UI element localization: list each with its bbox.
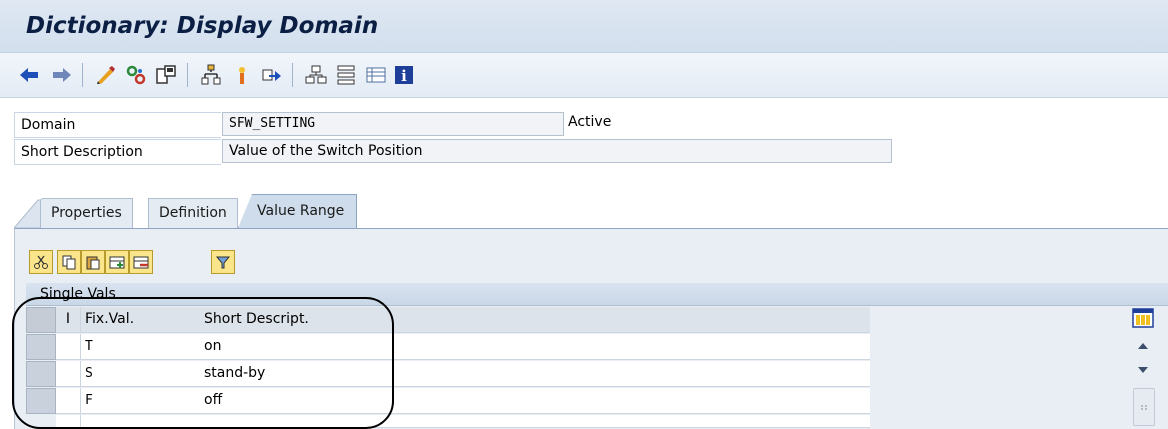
cell-i[interactable] <box>56 361 81 387</box>
application-toolbar: i <box>0 53 1168 98</box>
toolbar-separator <box>82 63 83 87</box>
activate-icon[interactable] <box>154 63 178 87</box>
tab-properties[interactable]: Properties <box>40 198 133 228</box>
toolbar-separator <box>187 63 188 87</box>
cell-shortdesc[interactable]: off <box>200 388 870 414</box>
row-selector[interactable] <box>26 334 56 360</box>
forward-icon[interactable] <box>50 63 74 87</box>
title-bar: Dictionary: Display Domain <box>0 0 1168 53</box>
scrollbar-thumb[interactable] <box>1133 388 1155 426</box>
copy-icon[interactable] <box>57 250 81 274</box>
filter-icon[interactable] <box>211 250 235 274</box>
short-description-label: Short Description <box>14 139 221 165</box>
cell-fixval[interactable]: S <box>81 361 204 387</box>
toolbar-separator <box>292 63 293 87</box>
section-title: Single Vals <box>40 286 116 302</box>
tab-value-range[interactable]: Value Range <box>238 194 358 228</box>
row-selector[interactable] <box>26 388 56 414</box>
tab-strip: Properties Definition Value Range <box>14 194 1168 228</box>
cell-fixval[interactable]: T <box>81 334 204 360</box>
info-icon[interactable]: i <box>392 63 416 87</box>
where-used-icon[interactable] <box>199 63 223 87</box>
column-header-shortdesc[interactable]: Short Descript. <box>200 307 870 333</box>
svg-text:i: i <box>401 67 407 85</box>
single-vals-header: Single Vals <box>26 283 1168 306</box>
window-title: Dictionary: Display Domain <box>26 13 379 39</box>
tree-icon[interactable] <box>334 63 358 87</box>
column-header-fixval[interactable]: Fix.Val. <box>81 307 204 333</box>
domain-field[interactable]: SFW_SETTING <box>222 112 564 136</box>
domain-label: Domain <box>14 112 221 138</box>
object-list-icon[interactable] <box>230 63 254 87</box>
column-layout-icon[interactable] <box>1130 307 1156 329</box>
column-header-i[interactable]: I <box>56 307 81 333</box>
short-description-field[interactable]: Value of the Switch Position <box>222 139 892 163</box>
scroll-up-icon[interactable] <box>1130 335 1156 357</box>
display-change-icon[interactable] <box>94 63 118 87</box>
cut-icon[interactable] <box>29 250 53 274</box>
cell-shortdesc[interactable] <box>200 415 870 428</box>
back-icon[interactable] <box>17 63 41 87</box>
row-selector[interactable] <box>26 361 56 387</box>
cell-shortdesc[interactable]: stand-by <box>200 361 870 387</box>
hierarchy-icon[interactable] <box>304 63 328 87</box>
select-all-cell[interactable] <box>26 307 56 333</box>
cell-fixval[interactable]: F <box>81 388 204 414</box>
tab-definition[interactable]: Definition <box>148 198 238 228</box>
delete-row-icon[interactable] <box>129 250 153 274</box>
other-object-icon[interactable] <box>124 63 148 87</box>
list-icon[interactable] <box>364 63 388 87</box>
cell-shortdesc[interactable]: on <box>200 334 870 360</box>
cell-i[interactable] <box>56 388 81 414</box>
cell-fixval[interactable] <box>81 415 204 428</box>
status-text: Active <box>568 114 612 130</box>
insert-row-icon[interactable] <box>105 250 129 274</box>
cell-i[interactable] <box>56 334 81 360</box>
scroll-down-icon[interactable] <box>1130 359 1156 381</box>
navigation-icon[interactable] <box>260 63 284 87</box>
paste-icon[interactable] <box>81 250 105 274</box>
cell-i[interactable] <box>56 415 81 428</box>
